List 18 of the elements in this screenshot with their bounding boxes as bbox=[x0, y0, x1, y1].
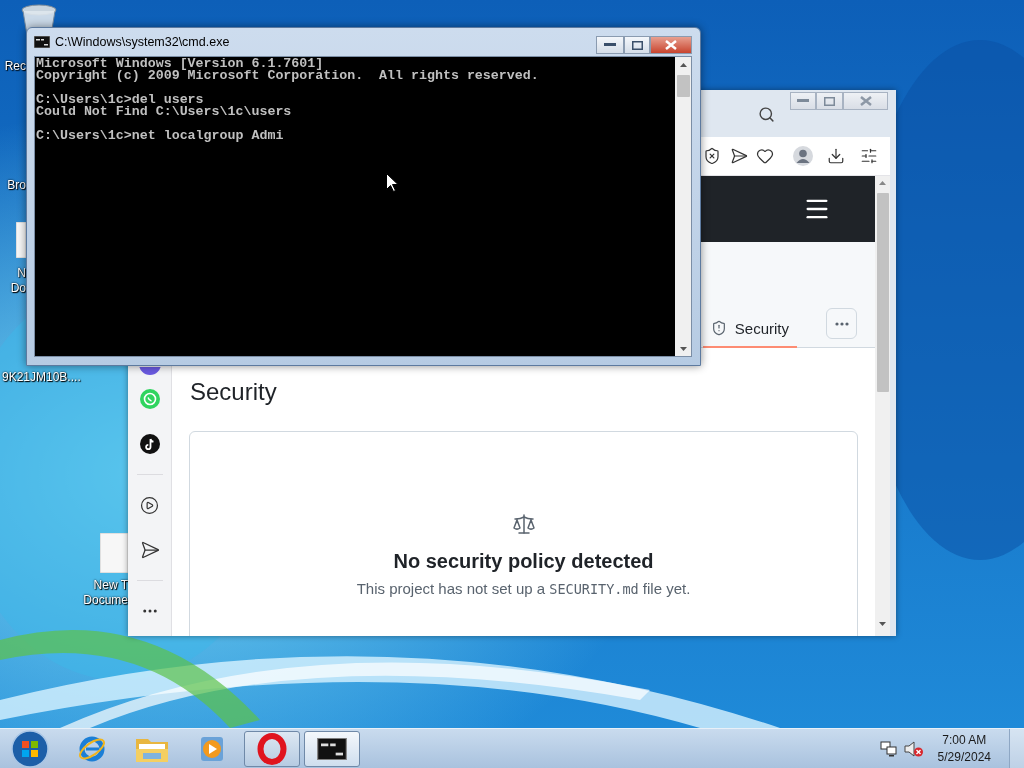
desktop-icon-label[interactable]: Rec bbox=[0, 59, 26, 74]
clock[interactable]: 7:00 AM 5/29/2024 bbox=[937, 731, 991, 766]
desktop-icon-label[interactable]: 9K21JM10B.... bbox=[2, 370, 82, 385]
console-line: C:\Users\1c>net localgroup Admi bbox=[36, 130, 284, 142]
clock-time: 7:00 AM bbox=[942, 731, 987, 749]
console-line: Copyright (c) 2009 Microsoft Corporation. All rights reserved. bbox=[36, 70, 539, 82]
clock-date: 5/29/2024 bbox=[937, 748, 991, 766]
console-line: C:\Users\1c>del users bbox=[36, 94, 204, 106]
console-line: Could Not Find C:\Users\1c\users bbox=[36, 106, 292, 118]
desktop-icon-label[interactable]: N bbox=[0, 266, 26, 281]
console[interactable]: Microsoft Windows [Version 6.1.7601] Copyright (c) 2009 Microsoft Corporation. All rights reserved. C:\Users\1c>del users Could Not Find C:\Users\1c\users C:\Users\1c>net localgroup Admi bbox=[35, 57, 675, 356]
desktop-icon-label[interactable]: Do bbox=[0, 281, 26, 296]
desktop-icon-label[interactable]: Bro bbox=[0, 178, 26, 193]
empty-state-text: This project has not set up a SECURITY.md file yet. bbox=[356, 579, 691, 599]
empty-state-title: No security policy detected bbox=[393, 549, 654, 574]
window-title: C:\Windows\system32\cmd.exe bbox=[55, 35, 230, 49]
console-line: Microsoft Windows [Version 6.1.7601] bbox=[36, 58, 324, 70]
page-heading: Security bbox=[190, 378, 278, 406]
